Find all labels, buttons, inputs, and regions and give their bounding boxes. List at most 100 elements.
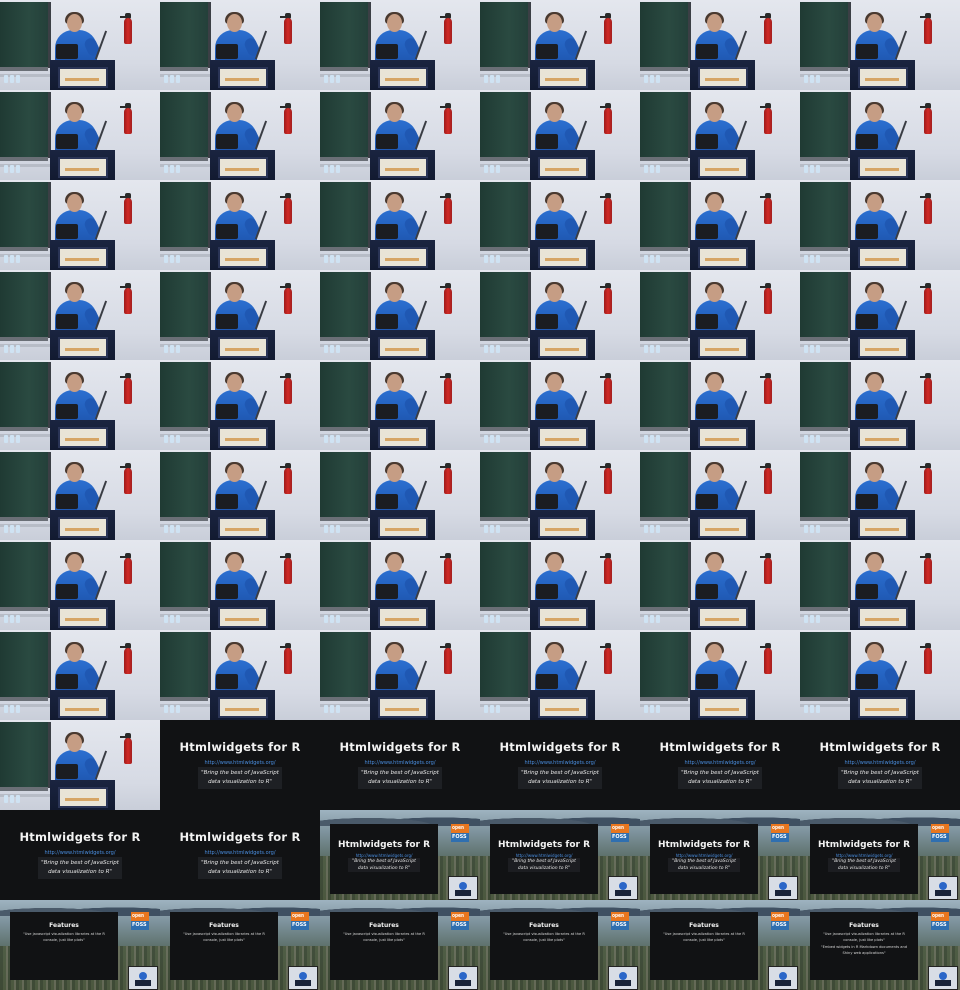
chalkboard — [800, 452, 851, 521]
speaker-head — [67, 734, 82, 752]
logo-bottom-text: FOSS — [612, 922, 627, 928]
water-bottles — [324, 518, 346, 533]
features-text: "Use javascript visualization libraries … — [23, 932, 105, 942]
laptop — [536, 494, 558, 509]
podium-screen — [858, 247, 908, 268]
slide-url: http://www.htmlwidgets.org/ — [524, 760, 596, 766]
podium-screen — [538, 427, 588, 448]
slide-title: Htmlwidgets for R — [499, 740, 621, 754]
conference-logo: open FOSS — [611, 912, 629, 930]
water-bottles — [164, 158, 186, 173]
speaker-frame — [160, 540, 320, 630]
podium-screen — [858, 67, 908, 88]
slide-title: Htmlwidgets for R — [179, 740, 301, 754]
speaker-frame — [160, 360, 320, 450]
fire-extinguisher — [604, 378, 612, 404]
podium-screen — [538, 607, 588, 628]
speaker-frame — [320, 0, 480, 90]
fire-extinguisher — [604, 288, 612, 314]
chalkboard — [640, 542, 691, 611]
podium-screen — [698, 427, 748, 448]
speaker-head — [707, 464, 722, 482]
features-slide-frame: Features "Use javascript visualization l… — [800, 900, 960, 990]
speaker-head — [387, 374, 402, 392]
laptop — [856, 44, 878, 59]
laptop — [56, 44, 78, 59]
water-bottles — [644, 698, 666, 713]
fire-extinguisher — [444, 648, 452, 674]
podium-screen — [218, 67, 268, 88]
chalkboard — [320, 632, 371, 701]
podium-screen — [698, 337, 748, 358]
podium-screen — [858, 337, 908, 358]
slide-url: http://www.htmlwidgets.org/ — [44, 850, 116, 856]
speaker-frame — [640, 630, 800, 720]
podium-screen — [378, 157, 428, 178]
speaker-frame — [160, 450, 320, 540]
podium-screen — [378, 247, 428, 268]
fire-extinguisher — [924, 108, 932, 134]
podium-screen — [218, 247, 268, 268]
podium-screen — [858, 517, 908, 538]
logo-top-text: open — [932, 913, 945, 919]
chalkboard — [640, 362, 691, 431]
podium-screen — [58, 247, 108, 268]
speaker-frame — [320, 360, 480, 450]
conference-logo: open FOSS — [931, 912, 949, 930]
laptop — [856, 584, 878, 599]
fire-extinguisher — [924, 648, 932, 674]
laptop — [696, 494, 718, 509]
laptop — [376, 584, 398, 599]
laptop — [856, 224, 878, 239]
speaker-head — [547, 374, 562, 392]
conference-logo: open FOSS — [451, 912, 469, 930]
speaker-head — [867, 554, 882, 572]
podium-screen — [538, 157, 588, 178]
speaker-head — [227, 14, 242, 32]
speaker-head — [67, 554, 82, 572]
podium-screen — [698, 697, 748, 718]
chalkboard — [160, 272, 211, 341]
water-bottles — [164, 698, 186, 713]
chalkboard — [800, 632, 851, 701]
laptop — [216, 134, 238, 149]
laptop — [696, 224, 718, 239]
water-bottles — [4, 788, 26, 803]
fire-extinguisher — [764, 648, 772, 674]
water-bottles — [804, 68, 826, 83]
podium-screen — [858, 697, 908, 718]
chalkboard — [160, 542, 211, 611]
water-bottles — [324, 158, 346, 173]
conference-logo: open FOSS — [131, 912, 149, 930]
slide-panel: Features "Use javascript visualization l… — [330, 912, 438, 980]
fire-extinguisher — [284, 648, 292, 674]
slide-title: Htmlwidgets for R — [659, 740, 781, 754]
slide-title: Htmlwidgets for R — [19, 830, 141, 844]
laptop — [56, 134, 78, 149]
podium-screen — [58, 697, 108, 718]
chalkboard — [0, 632, 51, 701]
speaker-head — [227, 104, 242, 122]
chalkboard — [640, 92, 691, 161]
speaker-head — [227, 644, 242, 662]
fire-extinguisher — [764, 108, 772, 134]
speaker-frame — [320, 180, 480, 270]
features-slide-frame: Features "Use javascript visualization l… — [0, 900, 160, 990]
laptop — [856, 404, 878, 419]
chalkboard — [160, 182, 211, 251]
chalkboard — [800, 362, 851, 431]
water-bottles — [804, 608, 826, 623]
water-bottles — [324, 68, 346, 83]
laptop — [56, 404, 78, 419]
logo-bottom-text: FOSS — [612, 834, 627, 840]
fire-extinguisher — [764, 198, 772, 224]
speaker-camera-inset — [608, 966, 638, 990]
water-bottles — [324, 248, 346, 263]
fire-extinguisher — [444, 198, 452, 224]
fire-extinguisher — [604, 558, 612, 584]
fire-extinguisher — [764, 468, 772, 494]
podium-screen — [58, 787, 108, 808]
podium-screen — [378, 67, 428, 88]
laptop — [216, 314, 238, 329]
speaker-head — [67, 284, 82, 302]
